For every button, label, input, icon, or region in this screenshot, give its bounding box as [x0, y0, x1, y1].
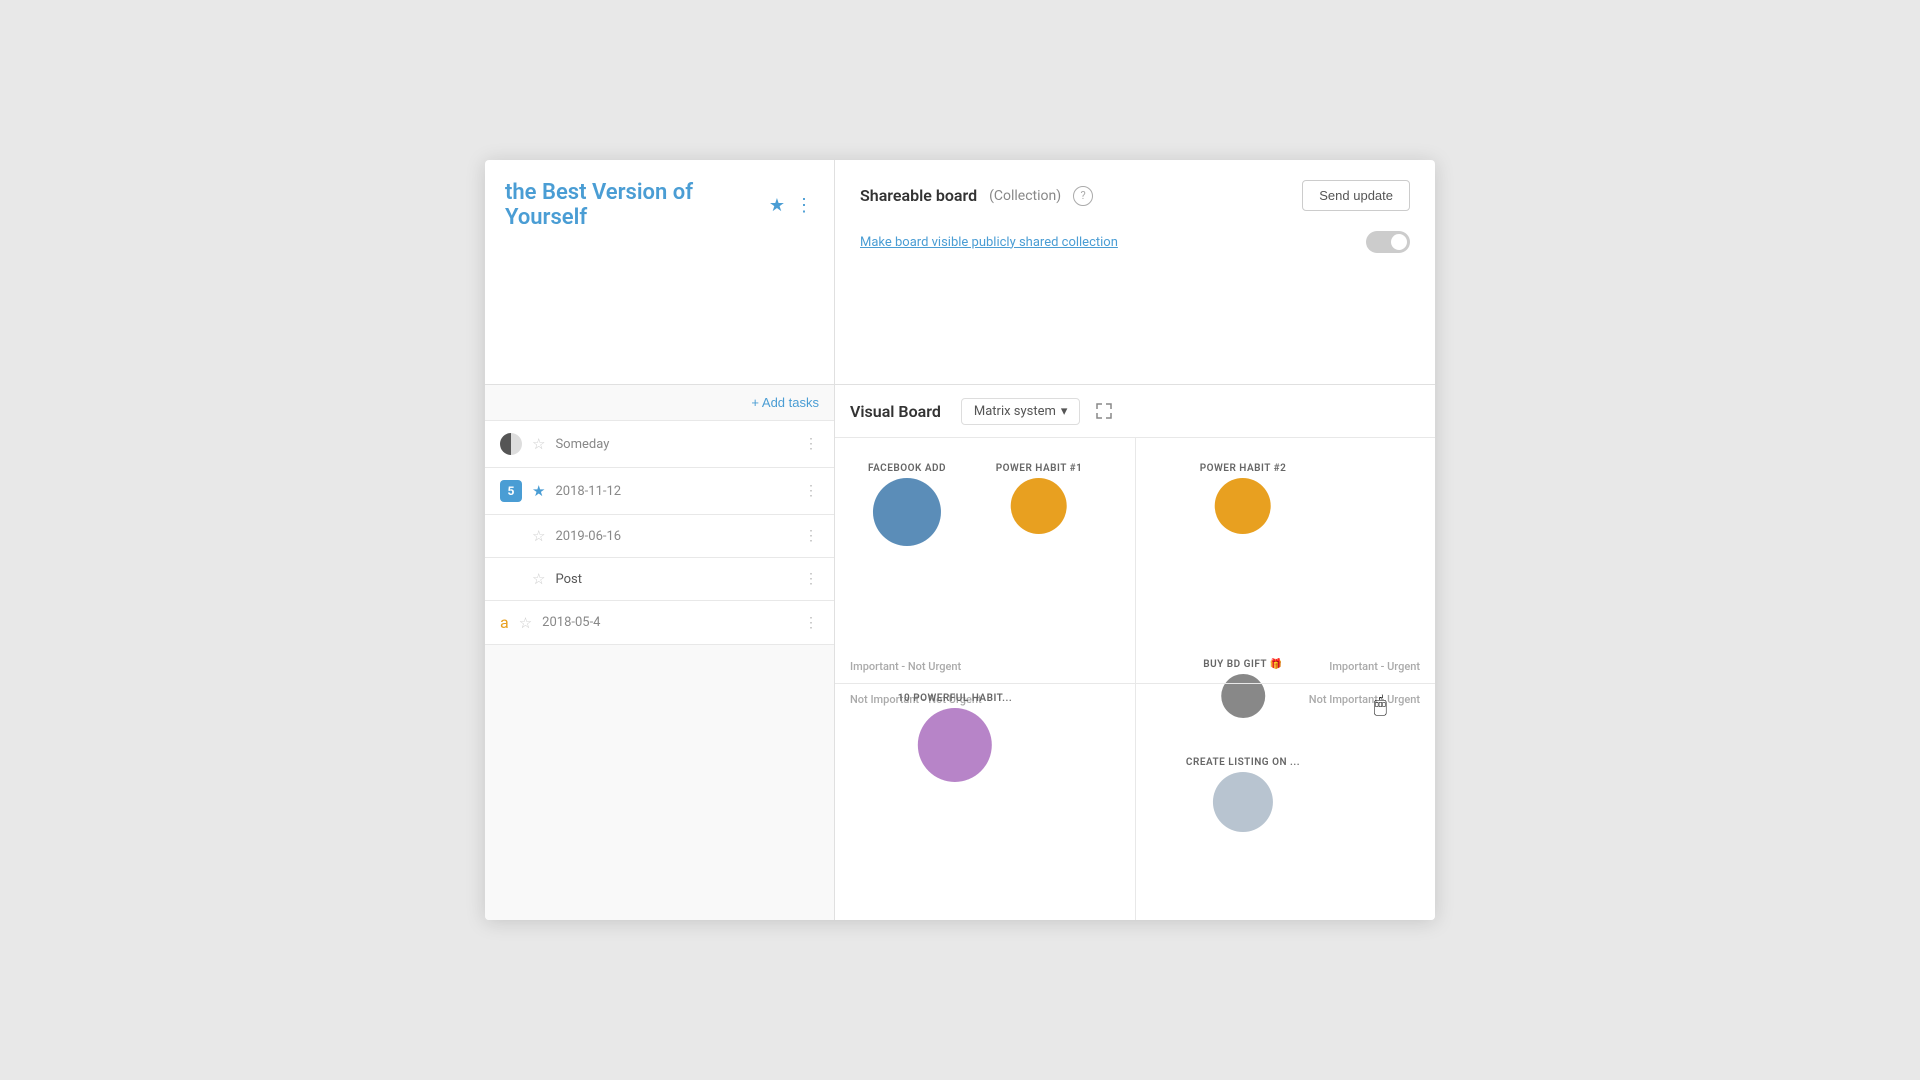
quadrant-label-top-left: Important - Not Urgent [850, 660, 961, 673]
task-date-2: 2018-11-12 [555, 484, 794, 499]
bubble-10-powerful[interactable]: 10 POWERFUL HABIT... [898, 693, 1012, 782]
help-icon[interactable]: ? [1073, 186, 1093, 206]
matrix-dropdown[interactable]: Matrix system ▾ [961, 398, 1081, 425]
bubble-circle-cl [1213, 772, 1273, 832]
visual-board-title: Visual Board [850, 402, 941, 421]
bubble-buy-bd-gift[interactable]: BUY BD GIFT 🎁 [1203, 659, 1283, 718]
visibility-toggle[interactable] [1366, 231, 1410, 253]
app-container: the Best Version of Yourself ★ ⋮ Shareab… [485, 160, 1435, 920]
bubble-circle-bd [1221, 674, 1265, 718]
bubble-label-bd: BUY BD GIFT 🎁 [1203, 659, 1283, 670]
quadrant-label-bottom-right: Not Important - Urgent [1309, 693, 1420, 706]
board-title-row: the Best Version of Yourself ★ ⋮ [505, 180, 814, 230]
bubble-label-ph1: POWER HABIT #1 [996, 463, 1083, 474]
top-right-panel: Shareable board (Collection) ? Send upda… [835, 160, 1435, 385]
half-circle-icon [500, 433, 522, 455]
add-tasks-button[interactable]: + Add tasks [751, 395, 819, 410]
quadrant-label-top-right: Important - Urgent [1329, 660, 1420, 673]
task-star-2[interactable]: ★ [532, 482, 545, 500]
bubble-circle-10p [918, 708, 992, 782]
matrix-dropdown-label: Matrix system [974, 404, 1056, 419]
task-date-1: Someday [555, 437, 794, 452]
bubble-label-cl: CREATE LISTING ON ... [1186, 757, 1300, 768]
task-star-5[interactable]: ☆ [519, 614, 532, 632]
visual-board-header: Visual Board Matrix system ▾ [835, 385, 1435, 438]
task-row: ☆ 2019-06-16 ⋮ [485, 515, 834, 558]
bubble-label-facebook: FACEBOOK ADD [868, 463, 946, 474]
add-tasks-row: + Add tasks [485, 385, 834, 421]
bubble-power-habit-2[interactable]: POWER HABIT #2 [1200, 463, 1287, 534]
task-star-3[interactable]: ☆ [532, 527, 545, 545]
task-menu-4[interactable]: ⋮ [804, 571, 819, 587]
bubble-circle-ph2 [1215, 478, 1271, 534]
badge-icon-5: 5 [500, 480, 522, 502]
task-date-3: 2019-06-16 [555, 529, 794, 544]
task-star-1[interactable]: ☆ [532, 435, 545, 453]
bubble-create-listing[interactable]: CREATE LISTING ON ... [1186, 757, 1300, 832]
visual-board-panel: Visual Board Matrix system ▾ Important -… [835, 385, 1435, 920]
collection-label: (Collection) [989, 188, 1061, 204]
shareable-row: Shareable board (Collection) ? Send upda… [860, 180, 1410, 211]
bubble-label-ph2: POWER HABIT #2 [1200, 463, 1287, 474]
shareable-title: Shareable board [860, 186, 977, 205]
bubble-label-10p: 10 POWERFUL HABIT... [898, 693, 1012, 704]
task-row: a ☆ 2018-05-4 ⋮ [485, 601, 834, 645]
matrix-area: Important - Not Urgent Important - Urgen… [835, 438, 1435, 920]
task-menu-5[interactable]: ⋮ [804, 615, 819, 631]
board-title: the Best Version of Yourself [505, 180, 759, 230]
bubble-circle-facebook [873, 478, 941, 546]
chevron-down-icon: ▾ [1061, 404, 1068, 419]
make-visible-text[interactable]: Make board visible publicly shared colle… [860, 235, 1118, 250]
bubble-power-habit-1[interactable]: POWER HABIT #1 [996, 463, 1083, 534]
bottom-left-panel: + Add tasks ☆ Someday ⋮ 5 ★ 2018-11-12 ⋮… [485, 385, 835, 920]
send-update-button[interactable]: Send update [1302, 180, 1410, 211]
bubble-facebook-add[interactable]: FACEBOOK ADD [868, 463, 946, 546]
task-name-4: Post [555, 572, 794, 587]
top-left-panel: the Best Version of Yourself ★ ⋮ [485, 160, 835, 385]
task-star-4[interactable]: ☆ [532, 570, 545, 588]
task-date-5: 2018-05-4 [542, 615, 794, 630]
bubble-circle-ph1 [1011, 478, 1067, 534]
task-row: ☆ Someday ⋮ [485, 421, 834, 468]
task-row: 5 ★ 2018-11-12 ⋮ [485, 468, 834, 515]
task-menu-3[interactable]: ⋮ [804, 528, 819, 544]
expand-button[interactable] [1090, 397, 1118, 425]
task-menu-1[interactable]: ⋮ [804, 436, 819, 452]
board-star-icon[interactable]: ★ [769, 195, 785, 216]
amazon-icon: a [500, 613, 509, 632]
task-row: ☆ Post ⋮ [485, 558, 834, 601]
make-visible-row: Make board visible publicly shared colle… [860, 231, 1410, 253]
task-menu-2[interactable]: ⋮ [804, 483, 819, 499]
board-menu-icon[interactable]: ⋮ [795, 195, 814, 216]
